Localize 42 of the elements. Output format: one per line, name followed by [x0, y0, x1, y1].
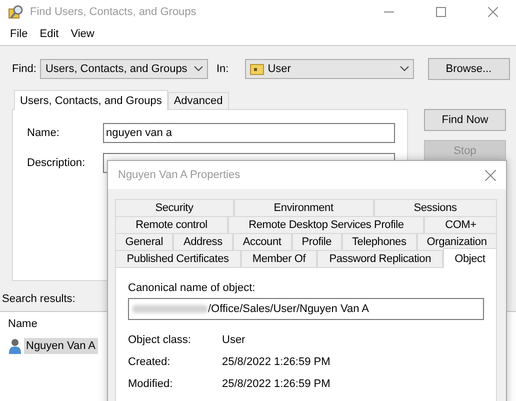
- input-field[interactable]: nguyen van a: [103, 123, 395, 143]
- canonical-name-field[interactable]: /Office/Sales/User/Nguyen Van A: [128, 298, 484, 320]
- dialog-title: Nguyen Van A Properties: [118, 169, 242, 181]
- tab[interactable]: Users, Contacts, and Groups: [14, 90, 168, 110]
- tab[interactable]: Address: [173, 233, 233, 250]
- field-label: Canonical name of object:: [128, 282, 256, 294]
- detail-value: 25/8/2022 1:26:59 PM: [222, 378, 330, 390]
- field-label: Description:: [27, 157, 86, 169]
- in-label: In:: [216, 63, 229, 75]
- tab[interactable]: Remote control: [115, 216, 228, 233]
- tab[interactable]: Published Certificates: [115, 250, 241, 267]
- menu-item[interactable]: File: [4, 28, 34, 40]
- detail-label: Modified:: [128, 378, 174, 390]
- tab[interactable]: Environment: [234, 199, 374, 216]
- window-title: Find Users, Contacts, and Groups: [30, 6, 198, 18]
- field-label: Name:: [27, 127, 60, 139]
- tab[interactable]: Telephones: [342, 233, 417, 250]
- menu-item[interactable]: Edit: [34, 28, 65, 40]
- tab[interactable]: Advanced: [168, 92, 229, 109]
- browse-button[interactable]: Browse...: [428, 58, 510, 80]
- tab[interactable]: Account: [232, 233, 292, 250]
- tab[interactable]: Profile: [292, 233, 342, 250]
- tab[interactable]: General: [115, 233, 174, 250]
- detail-value: User: [222, 334, 246, 346]
- action-button[interactable]: Find Now: [424, 109, 506, 131]
- detail-label: Object class:: [128, 334, 192, 346]
- search-results-label: Search results:: [2, 293, 76, 305]
- tab[interactable]: Remote Desktop Services Profile: [228, 216, 424, 233]
- detail-value: 25/8/2022 1:26:59 PM: [222, 356, 330, 368]
- in-dropdown[interactable]: User: [244, 59, 414, 79]
- tab[interactable]: Organization: [416, 233, 497, 250]
- tab[interactable]: Security: [115, 199, 234, 216]
- find-label: Find:: [12, 63, 36, 75]
- tab[interactable]: COM+: [424, 216, 497, 233]
- menu-item[interactable]: View: [64, 28, 100, 40]
- detail-label: Created:: [128, 356, 172, 368]
- result-row[interactable]: Nguyen Van A: [24, 338, 98, 354]
- find-dropdown[interactable]: Users, Contacts, and Groups: [40, 59, 208, 79]
- tab[interactable]: Password Replication: [317, 250, 443, 267]
- tab[interactable]: Object: [442, 248, 498, 268]
- tab[interactable]: Member Of: [240, 250, 318, 267]
- tab[interactable]: Sessions: [374, 199, 498, 216]
